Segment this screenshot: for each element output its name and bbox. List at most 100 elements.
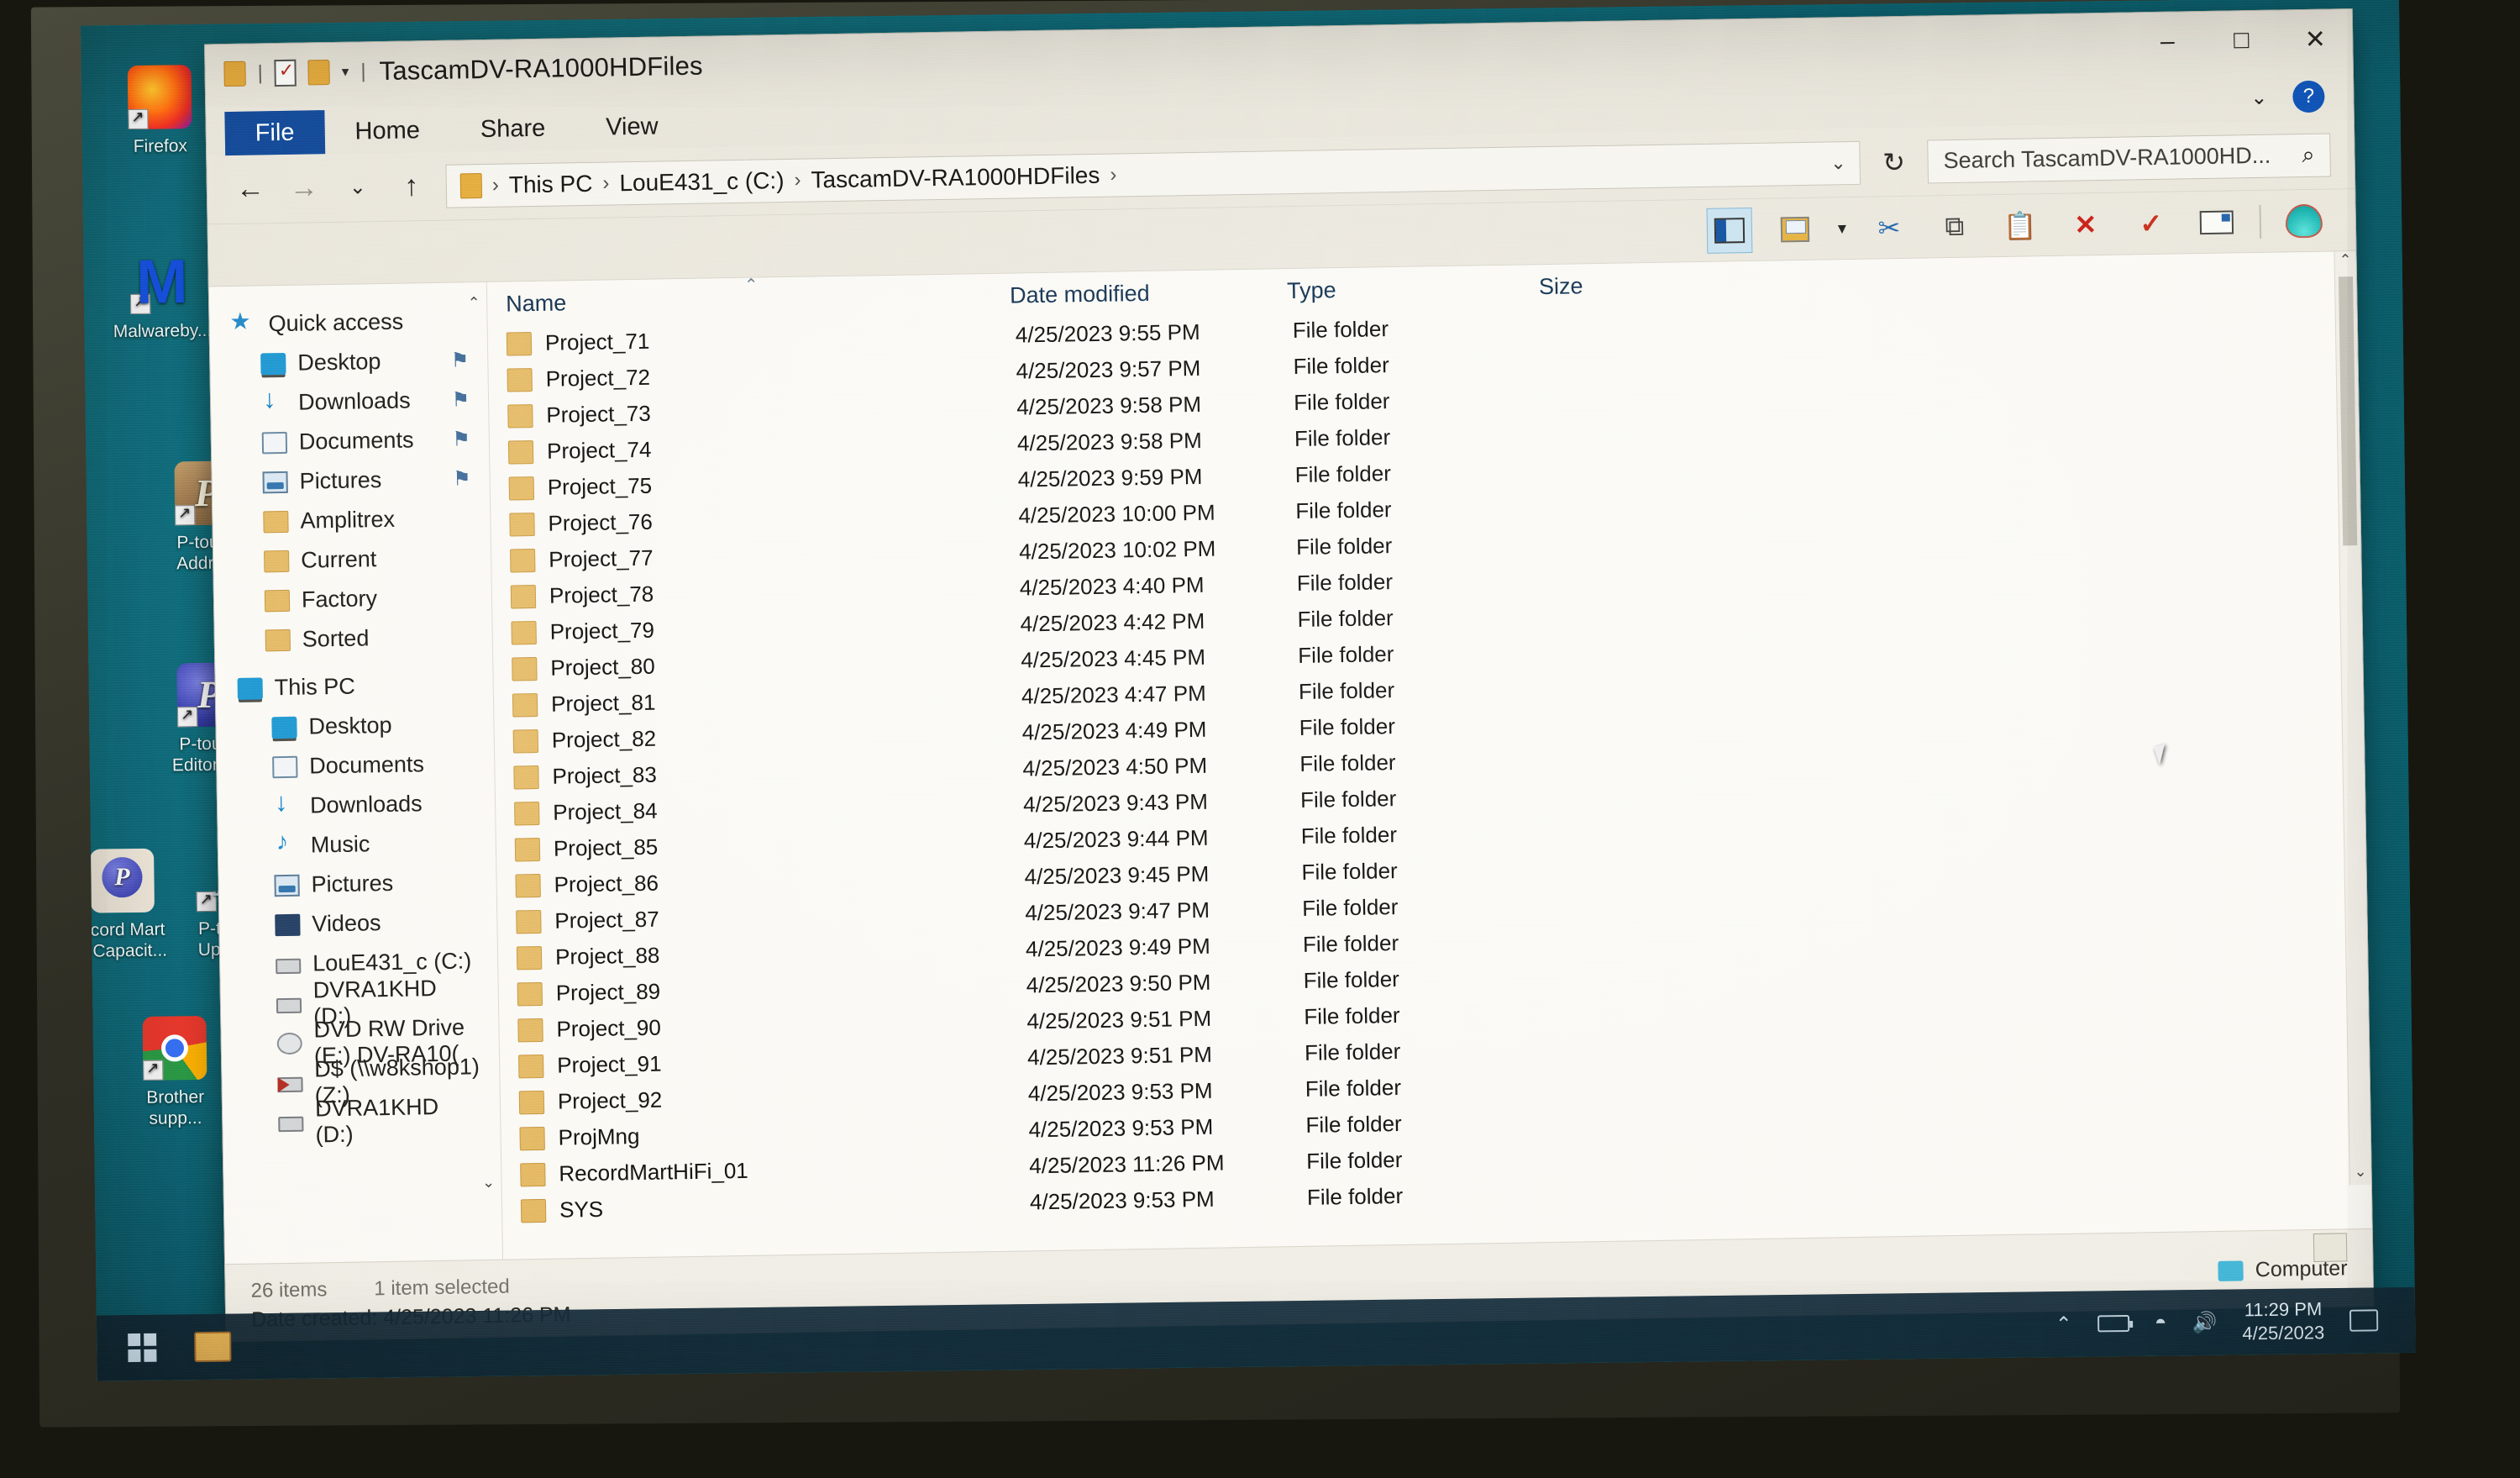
cell-name: Project_89	[555, 978, 661, 1006]
start-button[interactable]	[112, 1317, 173, 1378]
tab-share[interactable]: Share	[449, 106, 575, 151]
search-icon[interactable]: ⌕	[2302, 141, 2315, 168]
folder-icon	[512, 656, 538, 681]
sidebar-item-amplitrex[interactable]: Amplitrex	[234, 498, 491, 542]
sidebar-item-desktop[interactable]: Desktop ⚑	[232, 340, 488, 384]
details-view-button[interactable]	[2313, 1233, 2348, 1263]
view-mode-buttons[interactable]	[2313, 1233, 2348, 1263]
breadcrumb-item-this-pc[interactable]: This PC	[509, 170, 593, 198]
refresh-button[interactable]: ↻	[1875, 145, 1913, 178]
sidebar-item-this-pc[interactable]: This PC	[237, 665, 493, 708]
sidebar-item-dvra1khd-d-[interactable]: DVRA1KHD (D:)	[244, 1094, 501, 1147]
column-header-date-modified[interactable]: Date modified	[1010, 278, 1287, 308]
document-icon	[261, 431, 288, 454]
layout-options-button[interactable]	[1772, 206, 1818, 252]
shell-app-button[interactable]	[2281, 197, 2327, 244]
column-header-size[interactable]: Size	[1539, 271, 1707, 299]
cell-name: Project_85	[553, 834, 659, 861]
properties-check-icon[interactable]	[274, 59, 297, 87]
sidebar-item-sorted[interactable]: Sorted	[236, 617, 492, 660]
cell-name: Project_82	[551, 725, 657, 753]
scroll-down-icon[interactable]: ⌄	[479, 1174, 497, 1192]
help-icon[interactable]: ?	[2292, 80, 2325, 113]
show-hidden-icons-icon[interactable]: ⌃	[2055, 1312, 2072, 1336]
tab-view[interactable]: View	[575, 104, 689, 150]
quick-access-toolbar[interactable]: | ▾ |	[223, 58, 366, 87]
sidebar-item-documents[interactable]: Documents ⚑	[234, 419, 490, 463]
chevron-down-icon[interactable]: ▾	[342, 64, 349, 81]
chevron-down-icon[interactable]: ⌄	[1830, 152, 1846, 174]
cell-type: File folder	[1295, 497, 1392, 524]
sidebar-item-music[interactable]: Music	[239, 823, 496, 866]
battery-icon[interactable]	[2097, 1315, 2130, 1333]
tab-file[interactable]: File	[224, 110, 325, 156]
paste-button[interactable]: 📋	[1997, 203, 2043, 249]
cell-name: Project_78	[549, 581, 654, 608]
sidebar-item-pictures[interactable]: Pictures	[240, 862, 496, 906]
sidebar-item-factory[interactable]: Factory	[236, 577, 492, 621]
copy-button[interactable]: ⧉	[1931, 203, 1977, 250]
sidebar-item-downloads[interactable]: Downloads⚑	[233, 380, 489, 423]
chevron-down-icon[interactable]: ⌄	[2250, 85, 2268, 109]
folder-icon	[263, 510, 289, 533]
cell-date-modified: 4/25/2023 9:43 PM	[1022, 788, 1209, 818]
desktop-icon-malwareby-[interactable]: Malwareby...	[98, 250, 225, 343]
network-drive-icon	[277, 1076, 303, 1093]
shortcut-arrow-icon	[143, 1060, 164, 1081]
file-list-pane[interactable]: Name Date modified Type Size ⌃ Project_7…	[486, 251, 2372, 1260]
rename-button[interactable]	[2193, 199, 2239, 245]
speaker-icon[interactable]: 🔊	[2192, 1310, 2217, 1334]
sidebar-item-quick-access[interactable]: Quick access	[231, 301, 487, 345]
folder-icon	[512, 692, 538, 717]
breadcrumb-item-folder[interactable]: TascamDV-RA1000HDFiles	[811, 161, 1100, 193]
sidebar-item-pictures[interactable]: Pictures ⚑	[234, 459, 490, 502]
cut-button[interactable]: ✂	[1866, 204, 1912, 250]
sidebar-item-downloads[interactable]: Downloads	[239, 783, 496, 827]
cell-date-modified: 4/25/2023 9:45 PM	[1024, 860, 1210, 890]
sidebar-item-current[interactable]: Current	[235, 538, 491, 581]
window-controls[interactable]: – □ ✕	[2130, 9, 2353, 71]
sidebar-item-documents[interactable]: Documents	[239, 744, 495, 787]
delete-button[interactable]: ✕	[2062, 201, 2108, 247]
taskbar-clock[interactable]: 11:29 PM 4/25/2023	[2242, 1297, 2325, 1345]
scroll-up-icon[interactable]: ⌃	[465, 294, 483, 313]
navigation-pane-toggle-button[interactable]	[1706, 207, 1753, 254]
file-rows[interactable]: Project_71 4/25/2023 9:55 PM File folder Pr…	[488, 295, 2372, 1260]
action-center-icon[interactable]	[2349, 1309, 2379, 1332]
back-button[interactable]: ←	[231, 172, 270, 206]
sidebar-item-desktop[interactable]: Desktop	[238, 704, 494, 748]
breadcrumb[interactable]: › This PC › LouE431_c (C:) › TascamDV-RA…	[445, 140, 1861, 208]
column-header-type[interactable]: Type	[1287, 274, 1539, 304]
forward-button[interactable]: →	[285, 171, 324, 205]
scroll-up-icon[interactable]: ⌃	[2334, 251, 2355, 273]
maximize-button[interactable]: □	[2204, 11, 2279, 71]
cell-name: Project_80	[550, 653, 655, 681]
system-tray[interactable]: ⌃ ◓ 🔊 11:29 PM 4/25/2023	[2055, 1297, 2400, 1348]
minimize-button[interactable]: –	[2130, 12, 2205, 71]
cell-name: ProjMng	[558, 1123, 640, 1150]
file-explorer-window[interactable]: | ▾ | TascamDV-RA1000HDFiles – □ ✕ File	[204, 8, 2375, 1343]
cell-date-modified: 4/25/2023 9:53 PM	[1027, 1077, 1213, 1107]
navigation-pane[interactable]: Quick access Desktop⚑Downloads⚑Documents…	[209, 282, 502, 1264]
taskbar-item-file-explorer[interactable]	[194, 1331, 232, 1363]
record-mart-icon	[90, 848, 155, 913]
new-folder-icon[interactable]	[307, 59, 331, 86]
up-button[interactable]: ↑	[392, 170, 432, 203]
wifi-icon[interactable]: ◓	[2155, 1311, 2167, 1334]
scroll-down-icon[interactable]: ⌄	[2349, 1163, 2370, 1185]
sidebar-item-videos[interactable]: Videos	[241, 902, 497, 945]
close-button[interactable]: ✕	[2278, 9, 2353, 69]
scrollbar-thumb[interactable]	[2338, 276, 2358, 546]
properties-button[interactable]: ✓	[2128, 200, 2174, 246]
shortcut-arrow-icon	[177, 707, 198, 728]
cell-name: Project_73	[546, 400, 651, 428]
recent-locations-button[interactable]: ⌄	[339, 175, 377, 200]
breadcrumb-item-drive[interactable]: LouE431_c (C:)	[619, 167, 785, 197]
tab-home[interactable]: Home	[324, 108, 450, 154]
search-input[interactable]: Search TascamDV-RA1000HD... ⌕	[1927, 133, 2331, 183]
ribbon-right-controls[interactable]: ⌄ ?	[2250, 80, 2325, 113]
sidebar-item-label: Current	[300, 546, 377, 573]
cell-date-modified: 4/25/2023 4:47 PM	[1021, 680, 1206, 709]
folder-icon[interactable]	[223, 60, 246, 87]
chevron-down-icon[interactable]: ▾	[1838, 218, 1846, 239]
